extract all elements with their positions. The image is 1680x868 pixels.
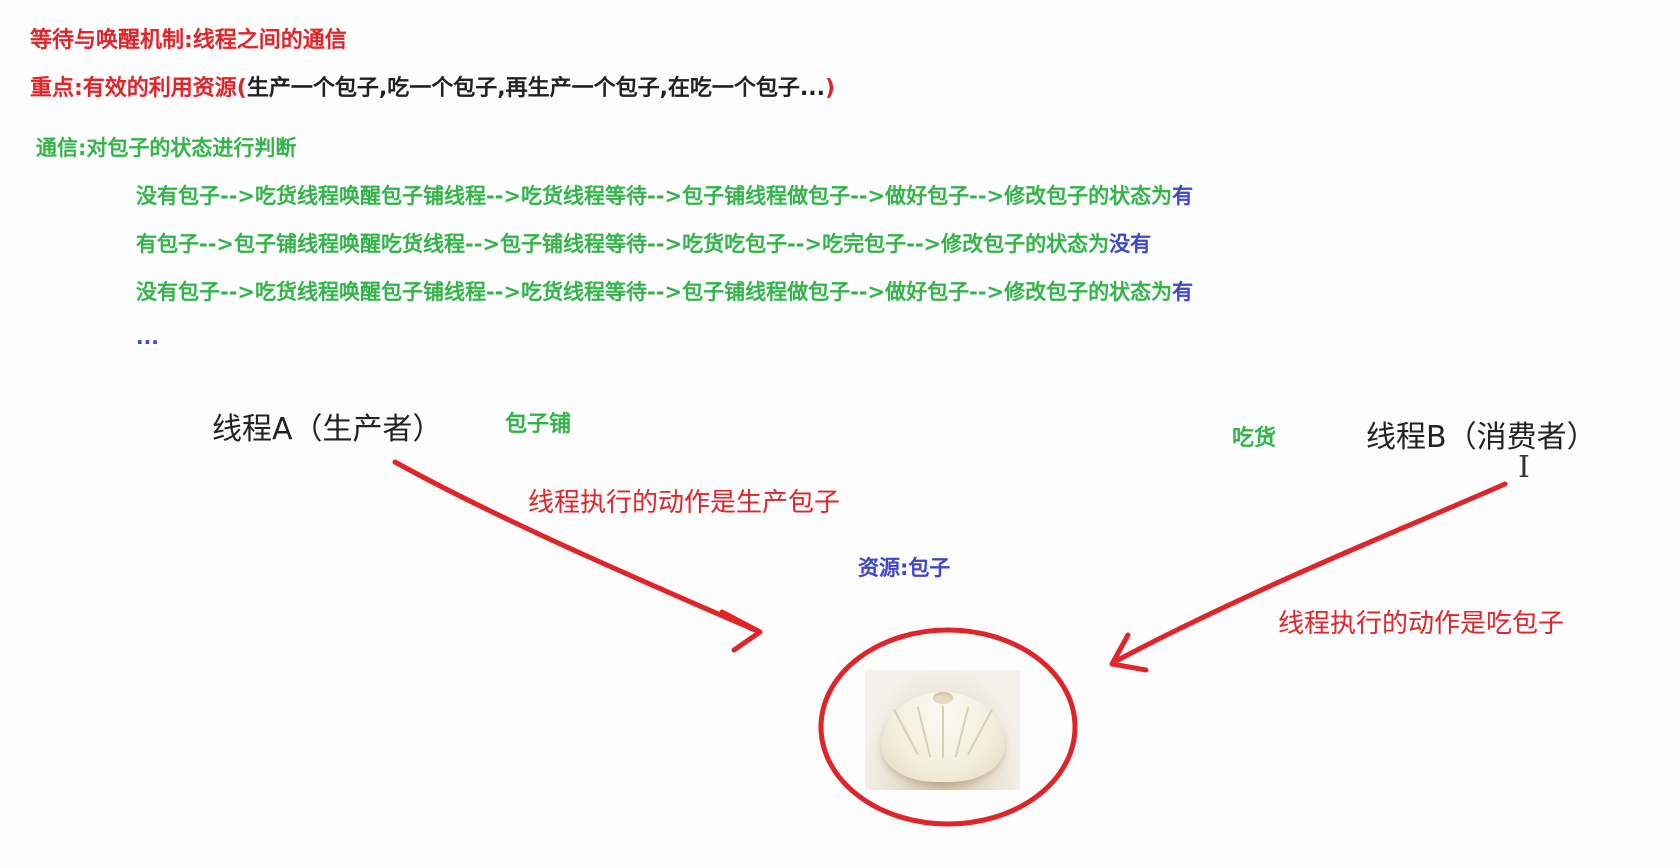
producer-arrow — [392, 459, 758, 633]
steamed-bun-image — [865, 670, 1020, 790]
annotation-layer — [392, 459, 1508, 827]
bun-top — [933, 692, 953, 704]
bun-fold — [942, 706, 944, 758]
producer-arrowhead — [719, 609, 763, 653]
text-cursor-icon: I — [1518, 450, 1530, 485]
consumer-arrow — [1115, 481, 1508, 663]
